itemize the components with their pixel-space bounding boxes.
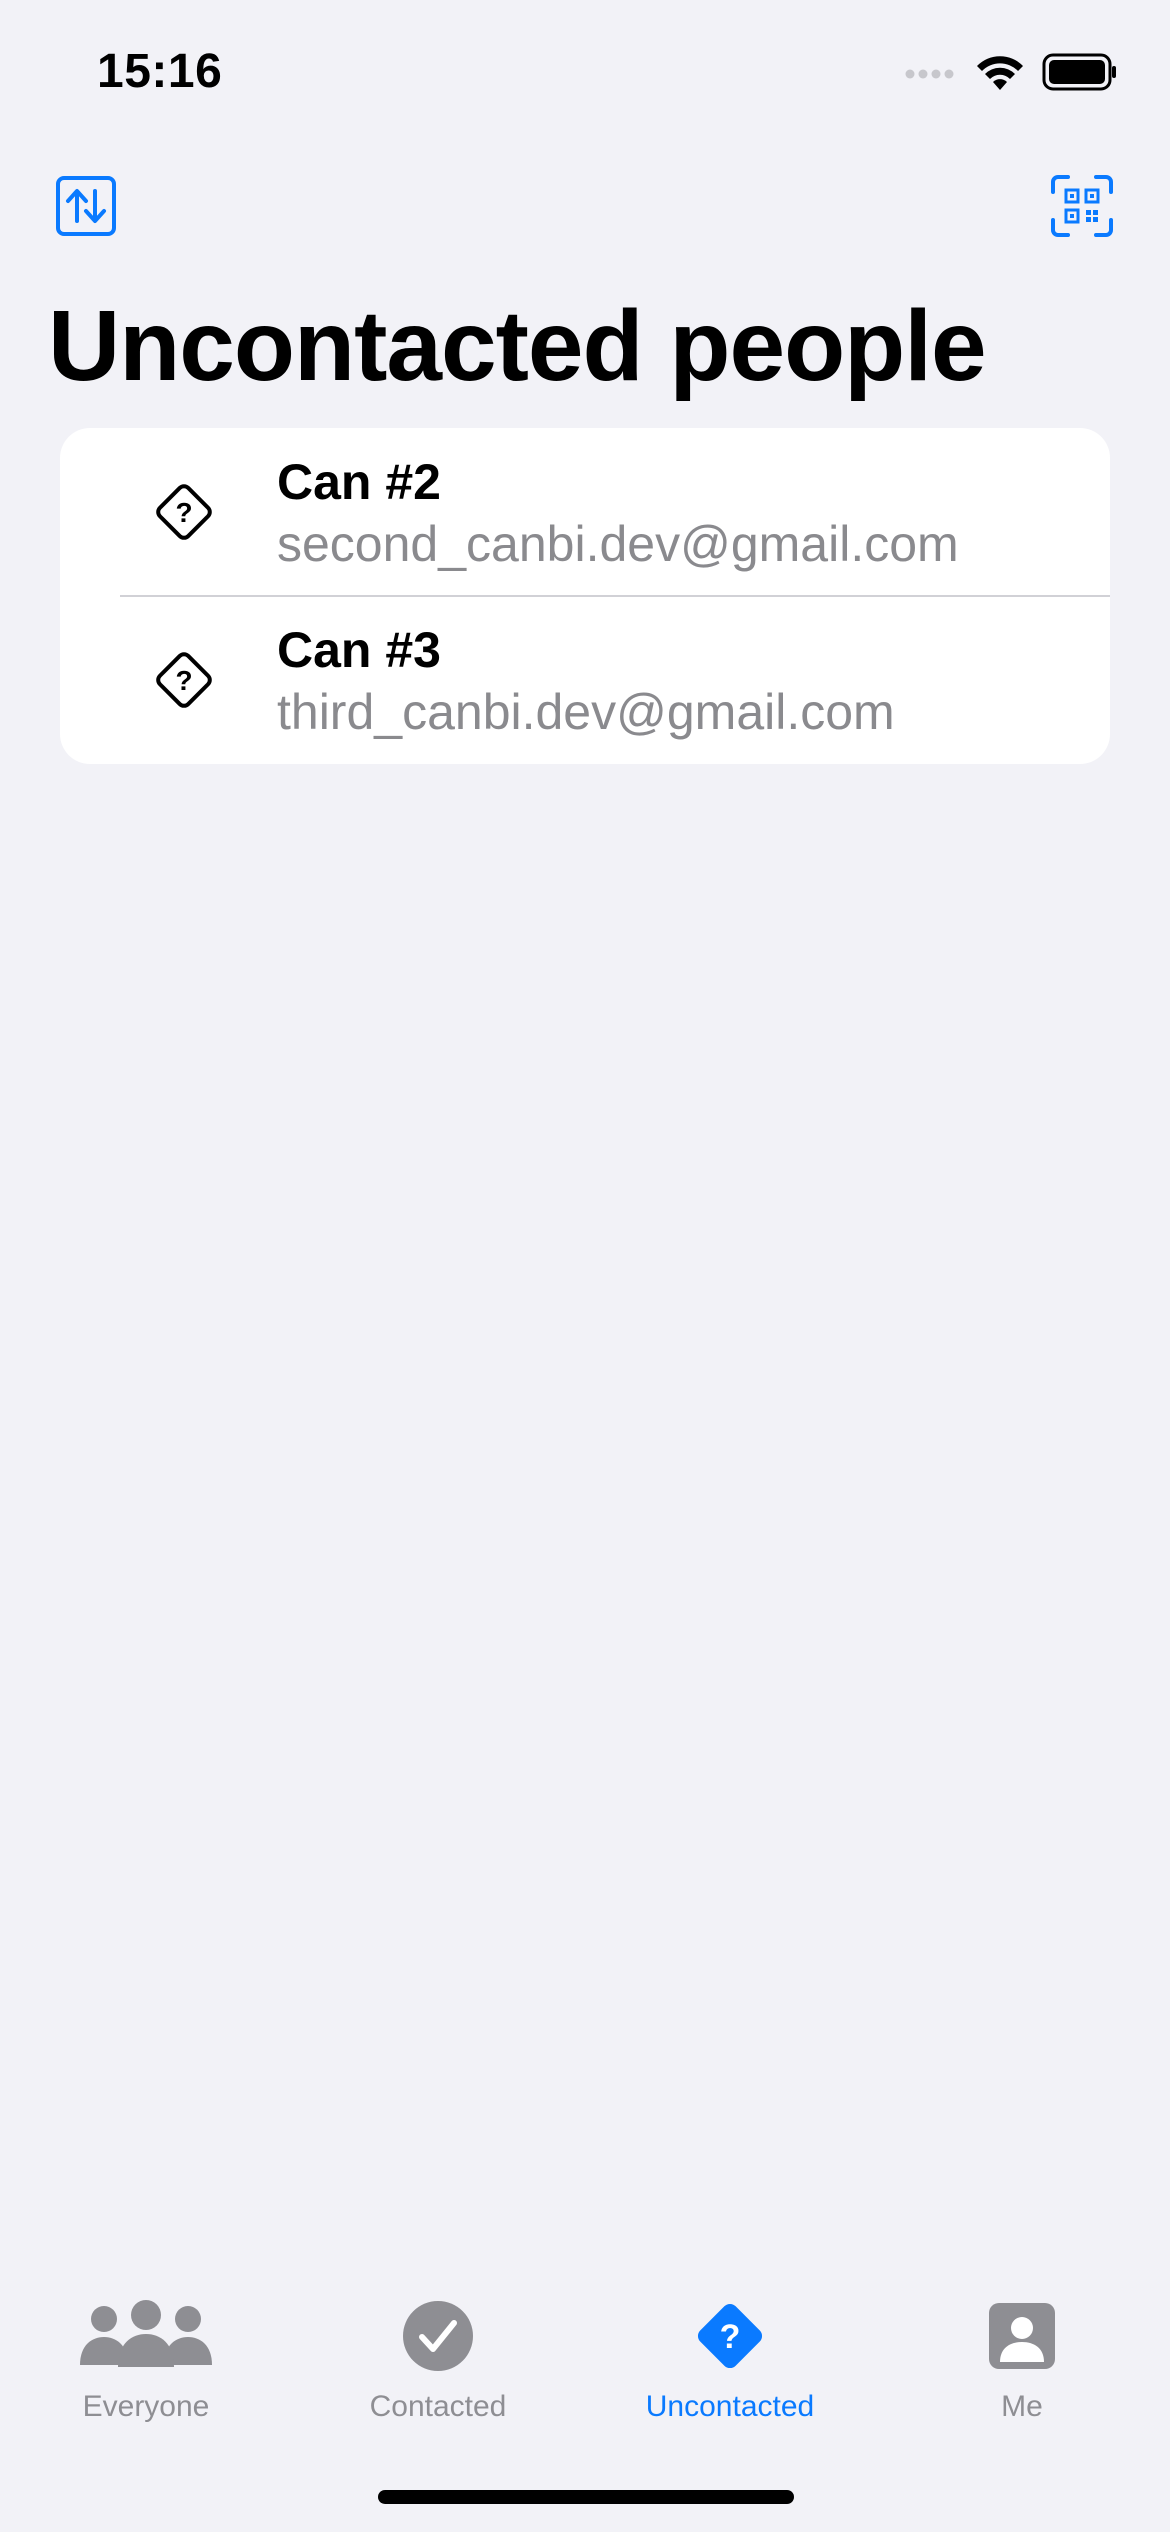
page-title: Uncontacted people	[48, 290, 987, 402]
tab-label: Everyone	[82, 2390, 210, 2423]
tab-label: Uncontacted	[645, 2390, 815, 2423]
wifi-icon	[977, 56, 1023, 90]
status-bar: 15:16	[0, 0, 1170, 140]
tab-label: Contacted	[369, 2390, 507, 2423]
qr-scan-button[interactable]	[1046, 170, 1118, 242]
person-email: second_canbi.dev@gmail.com	[277, 516, 959, 572]
checkmark-circle-icon	[403, 2301, 473, 2371]
qr-code-scan-icon	[1051, 175, 1113, 237]
arrow-up-down-icon	[56, 176, 116, 236]
list-item[interactable]: ? Can #3 third_canbi.dev@gmail.com	[60, 596, 1110, 764]
people-list: ? Can #2 second_canbi.dev@gmail.com ? Ca…	[60, 428, 1110, 764]
tab-everyone[interactable]: Everyone	[0, 2266, 292, 2446]
person-name: Can #3	[277, 622, 441, 678]
person-email: third_canbi.dev@gmail.com	[277, 684, 895, 740]
home-indicator	[378, 2490, 794, 2504]
person-square-icon	[989, 2303, 1055, 2369]
tab-label: Me	[1001, 2390, 1043, 2423]
battery-icon	[1042, 53, 1116, 91]
question-diamond-fill-icon: ?	[697, 2303, 763, 2369]
cellular-signal-icon	[905, 69, 954, 79]
svg-text:?: ?	[175, 665, 192, 696]
sort-button[interactable]	[50, 170, 122, 242]
status-icons	[904, 52, 1118, 92]
people-group-icon	[80, 2300, 212, 2367]
list-item[interactable]: ? Can #2 second_canbi.dev@gmail.com	[60, 428, 1110, 597]
status-time: 15:16	[97, 45, 223, 98]
tab-uncontacted[interactable]: ? Uncontacted	[584, 2266, 876, 2446]
svg-text:?: ?	[720, 2318, 741, 2356]
tab-contacted[interactable]: Contacted	[292, 2266, 584, 2446]
person-name: Can #2	[277, 454, 441, 510]
tab-bar: Everyone Contacted ? Uncontacted Me	[0, 2266, 1170, 2532]
svg-text:?: ?	[175, 497, 192, 528]
question-diamond-icon: ?	[156, 484, 212, 540]
question-diamond-icon: ?	[156, 652, 212, 708]
tab-me[interactable]: Me	[876, 2266, 1168, 2446]
